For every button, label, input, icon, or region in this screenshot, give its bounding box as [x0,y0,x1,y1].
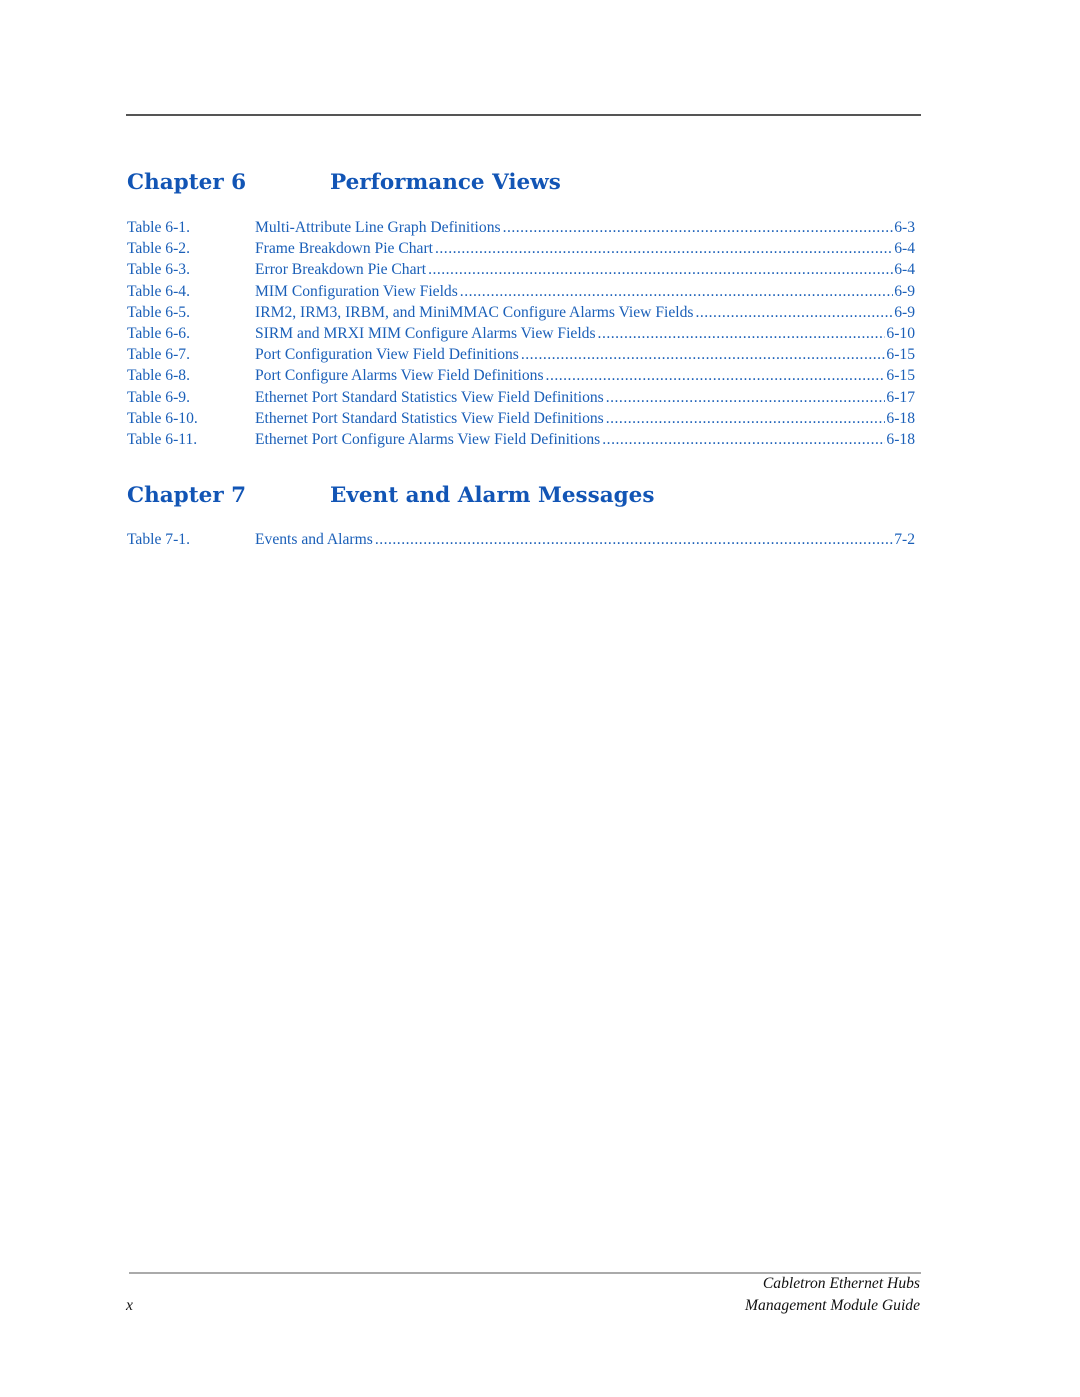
page-number-link[interactable]: 6-15 [885,365,915,386]
page-number-link[interactable]: 6-17 [885,387,915,408]
table-title-link[interactable]: MIM Configuration View Fields [255,280,460,302]
chapter-title: Event and Alarm Messages [330,483,655,508]
toc-entry[interactable]: Table 6-1. Multi-Attribute Line Graph De… [127,217,915,239]
toc-entry[interactable]: Table 6-8. Port Configure Alarms View Fi… [127,365,915,387]
table-title-link[interactable]: Ethernet Port Standard Statistics View F… [255,386,606,408]
toc-entry[interactable]: Table 7-1. Events and Alarms 7-2 [127,529,915,551]
table-number: Table 6-10. [127,409,198,427]
toc-entry[interactable]: Table 6-2. Frame Breakdown Pie Chart 6-4 [127,238,915,260]
footer-book-title-line1: Cabletron Ethernet Hubs [762,1275,920,1292]
dot-leader [695,302,893,323]
chapter-number: Chapter 6 [127,170,247,195]
chapter-title: Performance Views [330,170,561,195]
toc-entry[interactable]: Table 6-7. Port Configuration View Field… [127,344,915,366]
dot-leader [602,429,885,450]
table-number: Table 6-1. [127,219,190,236]
table-number: Table 6-9. [127,388,190,406]
dot-leader [503,217,894,238]
dot-leader [460,281,893,302]
table-number: Table 6-4. [127,282,190,300]
dot-leader [521,344,886,365]
table-number: Table 6-7. [127,346,190,364]
table-title-link[interactable]: IRM2, IRM3, IRBM, and MiniMMAC Configure… [255,301,696,323]
toc-entry[interactable]: Table 6-11. Ethernet Port Configure Alar… [127,428,915,451]
dot-leader [546,365,886,386]
dot-leader [375,529,893,550]
page-number-link[interactable]: 6-10 [885,323,915,344]
dot-leader [428,259,893,280]
header-rule [126,114,921,116]
chapter-7-heading: Chapter 7 Event and Alarm Messages [127,481,922,511]
toc-entry[interactable]: Table 6-5. IRM2, IRM3, IRBM, and MiniMMA… [127,301,915,323]
table-title-link[interactable]: Events and Alarms [255,529,375,551]
chapter-7-table-list: Table 7-1. Events and Alarms 7-2 [127,529,915,551]
toc-entry[interactable]: Table 6-9. Ethernet Port Standard Statis… [127,386,915,408]
table-number: Table 6-8. [127,367,190,385]
table-title-link[interactable]: Frame Breakdown Pie Chart [255,238,435,260]
table-number: Table 6-3. [127,261,190,279]
dot-leader [606,387,886,408]
table-title-link[interactable]: Multi-Attribute Line Graph Definitions [255,217,503,239]
table-title-link[interactable]: Port Configuration View Field Definition… [255,344,521,366]
dot-leader [598,323,886,344]
table-title-link[interactable]: Ethernet Port Configure Alarms View Fiel… [255,428,603,451]
toc-entry[interactable]: Table 6-6. SIRM and MRXI MIM Configure A… [127,322,915,345]
dot-leader [606,408,886,429]
chapter-6-heading: Chapter 6 Performance Views [127,168,922,198]
footer-rule [129,1272,921,1274]
toc-entry[interactable]: Table 6-3. Error Breakdown Pie Chart 6-4 [127,259,915,281]
page-number-link[interactable]: 6-9 [893,302,915,323]
dot-leader [435,238,893,259]
page-number-link[interactable]: 6-9 [893,281,915,302]
table-title-link[interactable]: Port Configure Alarms View Field Definit… [255,365,546,387]
toc-entry[interactable]: Table 6-10. Ethernet Port Standard Stati… [127,407,915,429]
toc-entry[interactable]: Table 6-4. MIM Configuration View Fields… [127,280,915,302]
page-number-link[interactable]: 6-3 [893,217,915,238]
table-number: Table 6-6. [127,324,190,342]
table-number: Table 7-1. [127,531,190,548]
table-title-link[interactable]: Ethernet Port Standard Statistics View F… [255,407,606,429]
footer-book-title-line2: Management Module Guide [745,1297,920,1314]
page-number-link[interactable]: 6-4 [893,238,915,259]
table-number: Table 6-5. [127,303,190,321]
page-number-link[interactable]: 6-4 [893,259,915,280]
chapter-6-table-list: Table 6-1. Multi-Attribute Line Graph De… [127,217,915,451]
footer-page-number: x [126,1297,133,1314]
chapter-number: Chapter 7 [127,483,247,508]
table-title-link[interactable]: Error Breakdown Pie Chart [255,259,429,281]
page-number-link[interactable]: 6-15 [885,344,915,365]
page-number-link[interactable]: 7-2 [893,529,915,550]
table-number: Table 6-11. [127,430,198,448]
table-title-link[interactable]: SIRM and MRXI MIM Configure Alarms View … [255,322,598,345]
page-number-link[interactable]: 6-18 [885,429,915,450]
table-number: Table 6-2. [127,240,190,258]
page-number-link[interactable]: 6-18 [885,408,915,429]
